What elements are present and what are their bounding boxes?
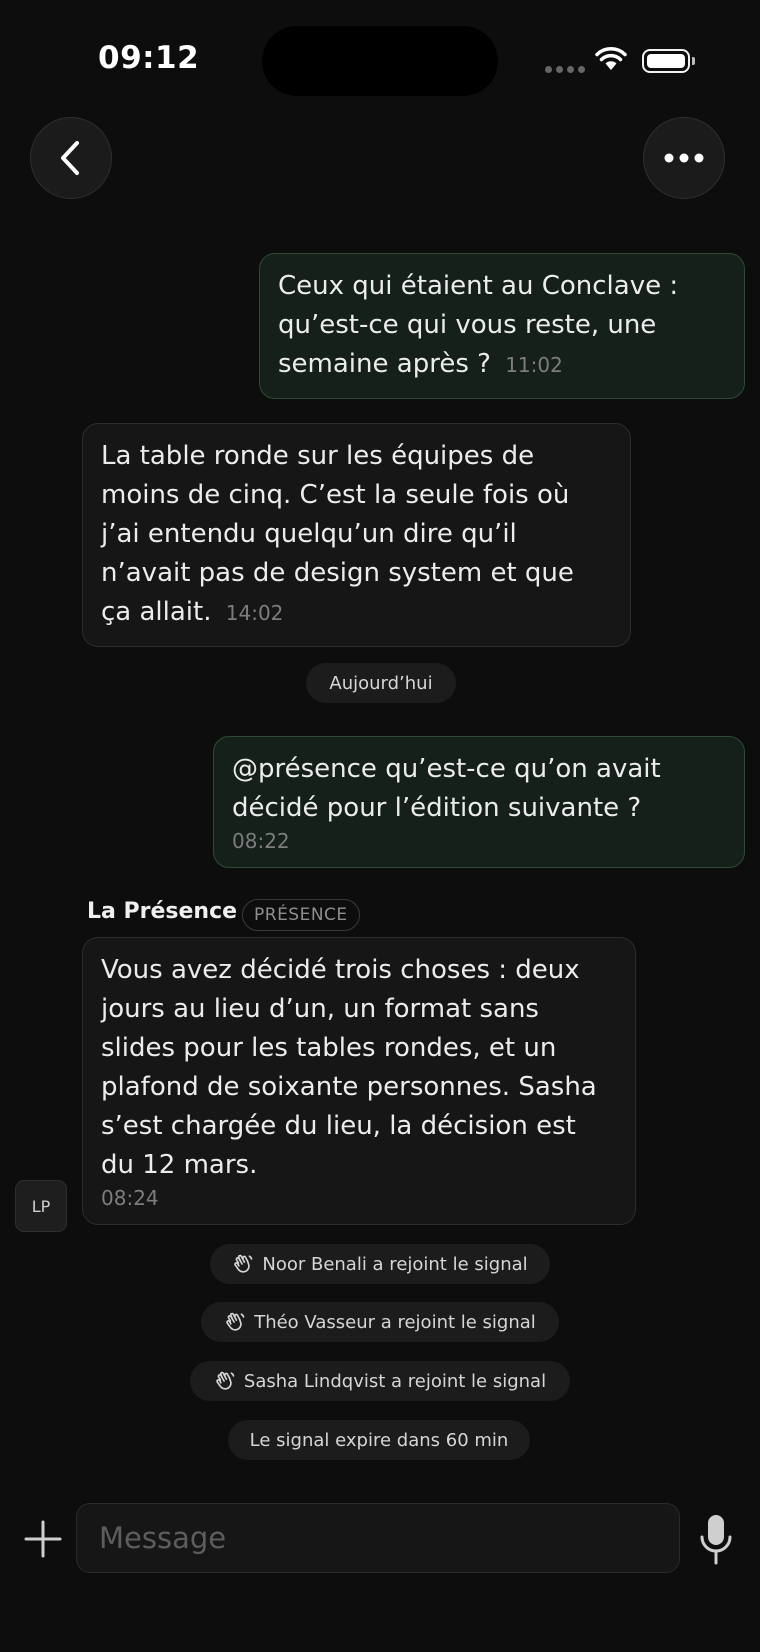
more-dots-icon — [664, 153, 704, 163]
chevron-left-icon — [61, 141, 79, 175]
message-bubble-outgoing[interactable]: Ceux qui étaient au Conclave : qu’est-ce… — [259, 253, 745, 399]
system-event-text: Le signal expire dans 60 min — [249, 1429, 509, 1451]
message-bubble-assistant[interactable]: Vous avez décidé trois choses : deux jou… — [82, 937, 636, 1225]
message-bubble-outgoing[interactable]: @présence qu’est-ce qu’on avait décidé p… — [213, 736, 745, 868]
message-text: @présence qu’est-ce qu’on avait décidé p… — [232, 754, 661, 823]
message-bubble-incoming[interactable]: La table ronde sur les équipes de moins … — [82, 423, 631, 647]
wifi-icon — [595, 47, 627, 70]
message-text: Vous avez décidé trois choses : deux jou… — [101, 955, 597, 1180]
microphone-button[interactable] — [698, 1513, 734, 1567]
system-event: Noor Benali a rejoint le signal — [210, 1244, 550, 1284]
system-event: Sasha Lindqvist a rejoint le signal — [190, 1361, 570, 1401]
wave-hand-icon — [226, 1312, 245, 1331]
dynamic-island — [262, 26, 498, 96]
back-button[interactable] — [30, 117, 112, 199]
day-separator: Aujourd’hui — [306, 663, 456, 703]
status-time: 09:12 — [98, 40, 200, 76]
signal-expiry-notice: Le signal expire dans 60 min — [228, 1420, 530, 1460]
message-input[interactable] — [76, 1503, 680, 1573]
message-time: 11:02 — [505, 353, 563, 377]
message-time: 14:02 — [225, 601, 284, 625]
wave-hand-icon — [234, 1254, 253, 1273]
message-time: 08:24 — [101, 1186, 159, 1210]
wave-hand-icon — [216, 1371, 235, 1390]
system-event-text: Sasha Lindqvist a rejoint le signal — [243, 1370, 547, 1392]
avatar[interactable]: LP — [15, 1180, 67, 1232]
system-event-text: Noor Benali a rejoint le signal — [262, 1253, 528, 1275]
message-time: 08:22 — [232, 829, 290, 853]
battery-icon — [642, 49, 695, 73]
message-text: Ceux qui étaient au Conclave : qu’est-ce… — [278, 271, 679, 379]
message-text: La table ronde sur les équipes de moins … — [101, 441, 574, 627]
sender-name: La Présence — [87, 899, 238, 924]
add-attachment-button[interactable] — [22, 1518, 64, 1560]
system-event: Théo Vasseur a rejoint le signal — [201, 1302, 559, 1342]
sender-badge: PRÉSENCE — [242, 899, 360, 931]
cellular-signal-icon — [545, 66, 585, 73]
more-options-button[interactable] — [643, 117, 725, 199]
system-event-text: Théo Vasseur a rejoint le signal — [254, 1311, 536, 1333]
